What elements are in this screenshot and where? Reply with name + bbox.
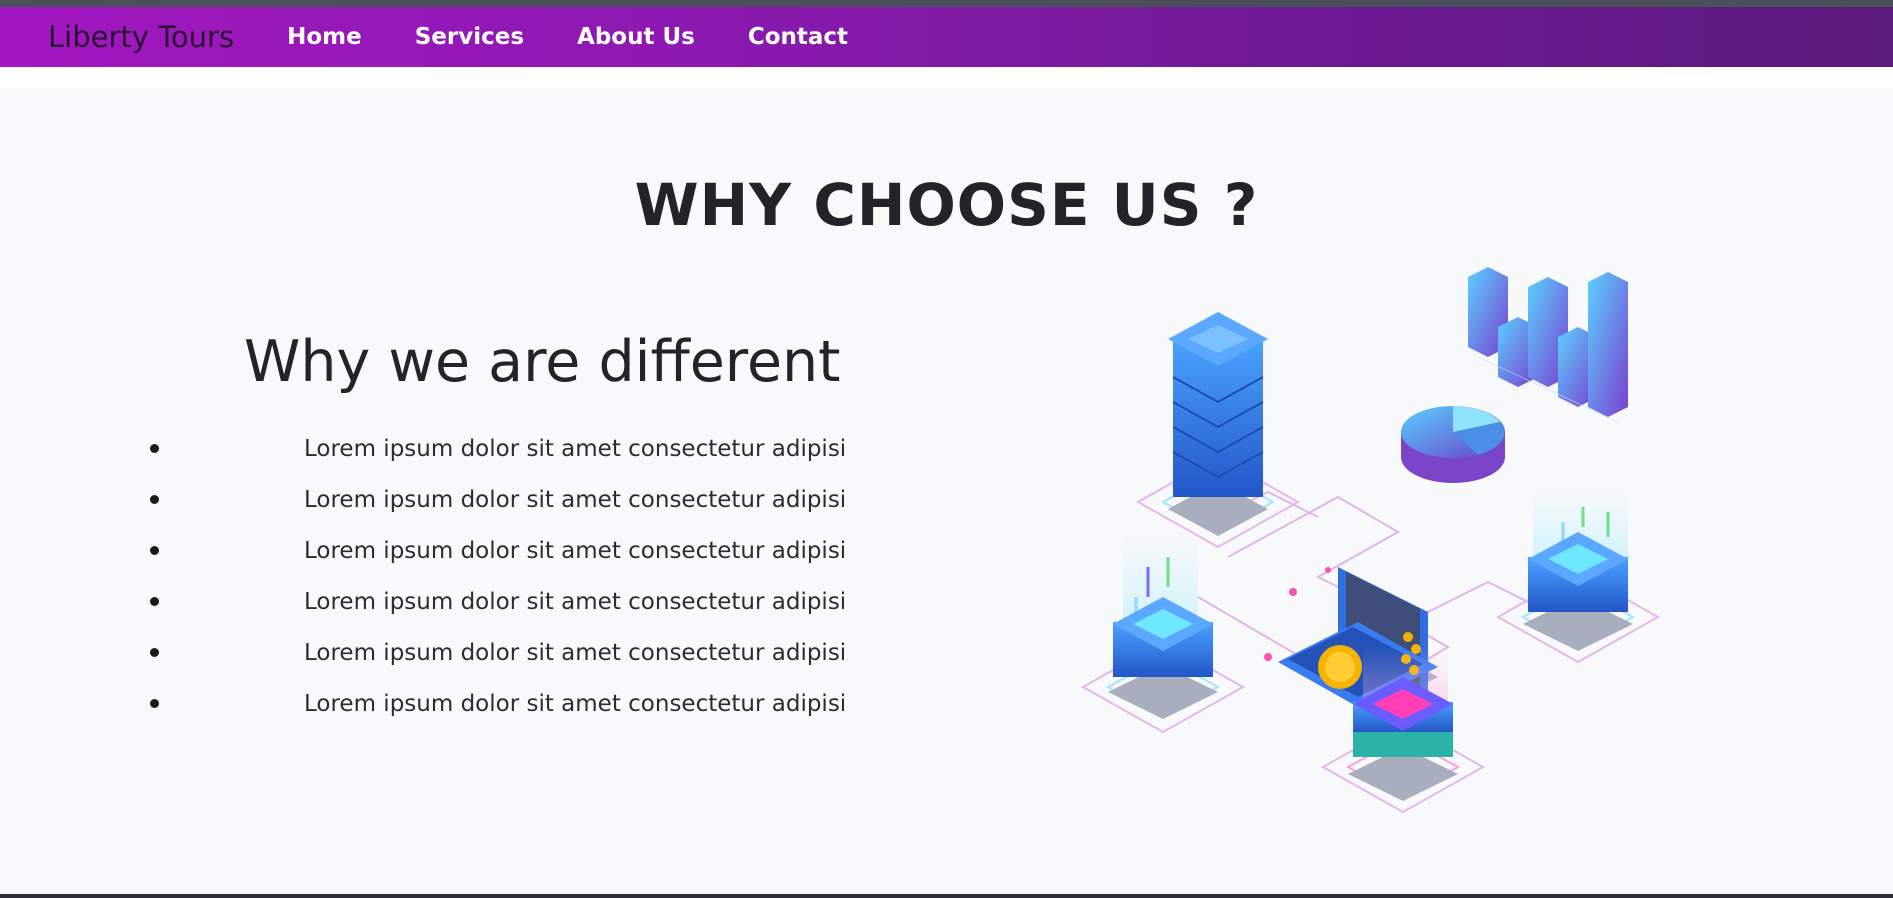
- list-item-text: Lorem ipsum dolor sit amet consectetur a…: [304, 436, 847, 462]
- list-item-text: Lorem ipsum dolor sit amet consectetur a…: [304, 640, 847, 666]
- bullet-icon: [150, 699, 159, 708]
- section-subtitle: Why we are different: [244, 329, 841, 395]
- section-title: WHY CHOOSE US ?: [634, 171, 1259, 239]
- bullet-icon: [150, 495, 159, 504]
- nav-link-about-us[interactable]: About Us: [577, 24, 695, 50]
- bullet-icon: [150, 444, 159, 453]
- list-item: Lorem ipsum dolor sit amet consectetur a…: [150, 588, 846, 639]
- brand-link[interactable]: Liberty Tours: [48, 20, 234, 54]
- isometric-server-network-illustration: [1080, 267, 1661, 814]
- bullet-icon: [150, 597, 159, 606]
- nav-links: Home Services About Us Contact: [254, 24, 868, 50]
- navbar: Liberty Tours Home Services About Us Con…: [0, 7, 1893, 67]
- list-item: Lorem ipsum dolor sit amet consectetur a…: [150, 537, 846, 588]
- nav-link-home[interactable]: Home: [287, 24, 362, 50]
- window-bottom-strip: [0, 894, 1893, 898]
- list-item-text: Lorem ipsum dolor sit amet consectetur a…: [304, 589, 847, 615]
- list-item: Lorem ipsum dolor sit amet consectetur a…: [150, 639, 846, 690]
- list-item-text: Lorem ipsum dolor sit amet consectetur a…: [304, 691, 847, 717]
- navbar-spacer: [0, 67, 1893, 89]
- list-item: Lorem ipsum dolor sit amet consectetur a…: [150, 435, 846, 486]
- list-item: Lorem ipsum dolor sit amet consectetur a…: [150, 486, 846, 537]
- nav-link-contact[interactable]: Contact: [748, 24, 848, 50]
- nav-link-services[interactable]: Services: [415, 24, 524, 50]
- list-item-text: Lorem ipsum dolor sit amet consectetur a…: [304, 487, 847, 513]
- feature-list: Lorem ipsum dolor sit amet consectetur a…: [150, 435, 846, 741]
- bullet-icon: [150, 648, 159, 657]
- list-item-text: Lorem ipsum dolor sit amet consectetur a…: [304, 538, 847, 564]
- bullet-icon: [150, 546, 159, 555]
- list-item: Lorem ipsum dolor sit amet consectetur a…: [150, 690, 846, 741]
- why-choose-us-section: WHY CHOOSE US ? Why we are different Lor…: [0, 89, 1893, 894]
- window-top-strip: [0, 0, 1893, 7]
